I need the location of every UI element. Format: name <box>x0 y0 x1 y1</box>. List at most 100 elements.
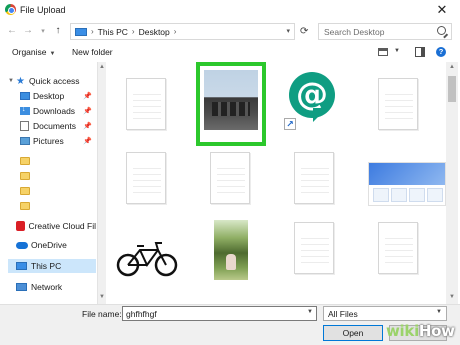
navigation-bar: ← → ▾ ↑ › This PC › Desktop › ▾ ⟳ Search… <box>0 20 460 44</box>
document-file-icon[interactable] <box>294 152 334 204</box>
scroll-down-icon[interactable]: ▼ <box>99 294 105 300</box>
image-thumbnail <box>204 70 258 130</box>
webpage-card <box>391 188 407 202</box>
sidebar-item-label: Quick access <box>29 76 80 86</box>
breadcrumb-this-pc[interactable]: This PC <box>98 27 128 37</box>
this-pc-icon <box>16 262 27 270</box>
refresh-button[interactable]: ⟳ <box>300 26 308 37</box>
sidebar-item-creative-cloud[interactable]: Creative Cloud Fil <box>8 219 96 233</box>
folder-icon <box>20 202 30 210</box>
folder-icon <box>20 187 30 195</box>
onedrive-icon <box>16 241 28 249</box>
sidebar-item-label: Desktop <box>33 91 65 101</box>
search-input[interactable]: Search Desktop <box>318 23 452 40</box>
content-scrollbar[interactable]: ▲ ▼ <box>446 62 458 304</box>
file-name-field[interactable]: ghfhfhgf ▼ <box>122 306 317 321</box>
scrollbar-thumb[interactable] <box>448 76 456 102</box>
shortcut-arrow-icon: ↗ <box>284 118 296 130</box>
view-options-icon[interactable] <box>378 48 388 56</box>
chevron-down-icon[interactable]: ▾ <box>286 27 290 35</box>
sidebar-item-documents[interactable]: Documents 📌 <box>8 119 96 133</box>
chevron-down-icon[interactable]: ▼ <box>436 309 442 315</box>
file-name-label: File name: <box>82 309 122 319</box>
sidebar-item-desktop[interactable]: Desktop 📌 <box>8 89 96 103</box>
selected-image-file[interactable] <box>196 62 266 146</box>
file-list: @ ↗ <box>106 62 446 304</box>
scroll-up-icon[interactable]: ▲ <box>99 64 105 70</box>
sidebar-item-folder-1[interactable] <box>8 154 96 168</box>
chevron-down-icon: ▼ <box>49 51 56 57</box>
navigation-pane: ▼ ★ Quick access Desktop 📌 Downloads 📌 D… <box>0 62 100 304</box>
chevron-down-icon[interactable]: ▼ <box>307 309 313 315</box>
scroll-up-icon[interactable]: ▲ <box>449 64 455 70</box>
breadcrumb-desktop[interactable]: Desktop <box>139 27 170 37</box>
chrome-icon <box>5 4 16 15</box>
webpage-card <box>409 188 425 202</box>
preview-pane-icon[interactable] <box>415 47 425 57</box>
network-icon <box>16 283 27 291</box>
sidebar-item-folder-2[interactable] <box>8 169 96 183</box>
sidebar-item-this-pc[interactable]: This PC <box>8 259 96 273</box>
chevron-down-icon[interactable]: ▼ <box>394 48 400 54</box>
window-title: File Upload <box>20 5 66 15</box>
document-file-icon[interactable] <box>126 152 166 204</box>
recent-locations-button[interactable]: ▾ <box>37 27 49 35</box>
documents-folder-icon <box>20 121 29 131</box>
organise-button[interactable]: Organise ▼ <box>12 47 55 57</box>
sidebar-item-label: Downloads <box>33 106 76 116</box>
sidebar-item-pictures[interactable]: Pictures 📌 <box>8 134 96 148</box>
back-button[interactable]: ← <box>6 25 18 36</box>
sidebar-item-quick-access[interactable]: ▼ ★ Quick access <box>8 74 96 88</box>
document-file-icon[interactable] <box>378 78 418 130</box>
pin-icon: 📌 <box>83 93 92 100</box>
wikihow-watermark: wikiHow <box>386 322 455 340</box>
new-folder-button[interactable]: New folder <box>72 47 113 57</box>
forward-button[interactable]: → <box>22 25 34 36</box>
address-bar[interactable]: › This PC › Desktop › ▾ <box>70 23 295 40</box>
sidebar-scrollbar[interactable]: ▲ ▼ <box>97 62 106 304</box>
webpage-screenshot-thumbnail[interactable] <box>368 162 446 206</box>
folder-icon <box>20 172 30 180</box>
desktop-folder-icon <box>20 92 30 100</box>
sidebar-item-downloads[interactable]: Downloads 📌 <box>8 104 96 118</box>
star-icon: ★ <box>16 75 25 87</box>
open-button[interactable]: Open <box>323 325 383 341</box>
sidebar-item-label: Network <box>31 282 63 292</box>
webpage-card <box>373 188 389 202</box>
command-bar: Organise ▼ New folder ▼ ? <box>0 44 460 61</box>
hangouts-icon[interactable]: @ <box>289 72 335 118</box>
document-file-icon[interactable] <box>126 78 166 130</box>
breadcrumb-separator: › <box>91 27 94 36</box>
document-file-icon[interactable] <box>294 222 334 274</box>
bicycle-image[interactable] <box>116 238 178 278</box>
webpage-hero <box>369 163 445 185</box>
sidebar-item-folder-4[interactable] <box>8 199 96 213</box>
sidebar-item-network[interactable]: Network <box>8 280 96 294</box>
sidebar-item-onedrive[interactable]: OneDrive <box>8 238 96 252</box>
scroll-down-icon[interactable]: ▼ <box>449 294 455 300</box>
document-file-icon[interactable] <box>378 222 418 274</box>
webpage-card <box>427 188 443 202</box>
document-file-icon[interactable] <box>210 152 250 204</box>
sidebar-item-folder-3[interactable] <box>8 184 96 198</box>
breadcrumb-separator: › <box>131 27 135 36</box>
file-name-value: ghfhfhgf <box>126 309 157 319</box>
downloads-folder-icon <box>20 106 30 115</box>
sidebar-item-label: Documents <box>33 121 76 131</box>
title-bar: File Upload ✕ <box>0 0 460 20</box>
file-type-select[interactable]: All Files ▼ <box>323 306 447 321</box>
breadcrumb-separator: › <box>173 27 177 36</box>
pictures-folder-icon <box>20 137 30 145</box>
sidebar-item-label: OneDrive <box>31 240 67 250</box>
pin-icon: 📌 <box>83 138 92 145</box>
search-placeholder: Search Desktop <box>324 27 385 37</box>
pin-icon: 📌 <box>83 123 92 130</box>
this-pc-icon <box>75 27 87 36</box>
close-button[interactable]: ✕ <box>434 2 450 18</box>
up-button[interactable]: ↑ <box>52 25 64 36</box>
chevron-down-icon[interactable]: ▼ <box>8 78 16 84</box>
sidebar-item-label: Creative Cloud Fil <box>28 221 96 231</box>
help-icon[interactable]: ? <box>436 47 446 57</box>
photo-thumbnail[interactable] <box>214 220 248 280</box>
search-icon <box>437 26 446 35</box>
